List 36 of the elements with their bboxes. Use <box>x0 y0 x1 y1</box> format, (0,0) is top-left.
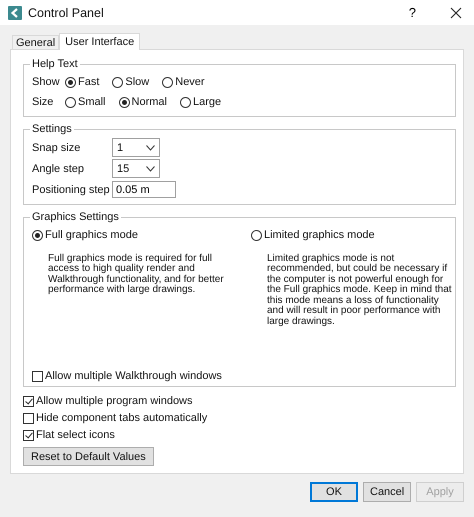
dropdown[interactable]: 15 <box>112 159 160 178</box>
radio-button[interactable]: Large <box>180 96 222 108</box>
radio-button[interactable]: Limited graphics mode <box>251 229 375 241</box>
mode-description: Full graphics mode is required for full access to high quality render and Walkthrough functionality, and for better performance with large drawings. <box>48 254 225 296</box>
checkbox[interactable]: Allow multiple Walkthrough windows <box>32 370 447 382</box>
group-title: Graphics Settings <box>31 211 120 223</box>
radio-button[interactable]: Never <box>162 76 205 88</box>
field-label: Snap size <box>32 142 82 154</box>
mode-description: Limited graphics mode is not recommended, but could be necessary if the computer is not powerful enough for the Full graphics mode. Keep in mind that this mode means a loss of functionality and will result in poor performance with large drawings. <box>267 254 452 327</box>
app-icon <box>8 6 22 20</box>
field-label: Angle step <box>32 162 85 174</box>
radio-button[interactable]: Small <box>65 96 106 108</box>
close-icon[interactable] <box>450 6 462 18</box>
chevron-icon <box>146 166 155 172</box>
field-label: Positioning step <box>32 184 111 196</box>
help-button[interactable]: ? <box>408 5 416 20</box>
window-title: Control Panel <box>28 6 104 20</box>
row-label: Show <box>32 76 61 88</box>
radio-button[interactable]: Slow <box>112 76 150 88</box>
dialog-button[interactable]: OK <box>310 482 358 502</box>
radio-button[interactable]: Full graphics mode <box>32 229 138 241</box>
reset-button[interactable]: Reset to Default Values <box>23 447 154 466</box>
input-field[interactable]: 0.05 m <box>112 181 176 198</box>
dialog-button[interactable]: Cancel <box>363 482 411 502</box>
tab[interactable]: User Interface <box>59 33 140 50</box>
row-label: Size <box>32 96 54 108</box>
group-title: Help Text <box>31 58 79 70</box>
tab[interactable]: General <box>12 35 60 49</box>
checkbox[interactable]: Hide component tabs automatically <box>23 412 456 424</box>
group-title: Settings <box>31 123 73 135</box>
chevron-icon <box>146 144 155 150</box>
checkbox[interactable]: Flat select icons <box>23 429 456 442</box>
radio-button[interactable]: Fast <box>65 76 100 88</box>
checkbox[interactable]: Allow multiple program windows <box>23 395 456 408</box>
radio-button[interactable]: Normal <box>118 96 167 108</box>
dropdown[interactable]: 1 <box>112 138 160 157</box>
